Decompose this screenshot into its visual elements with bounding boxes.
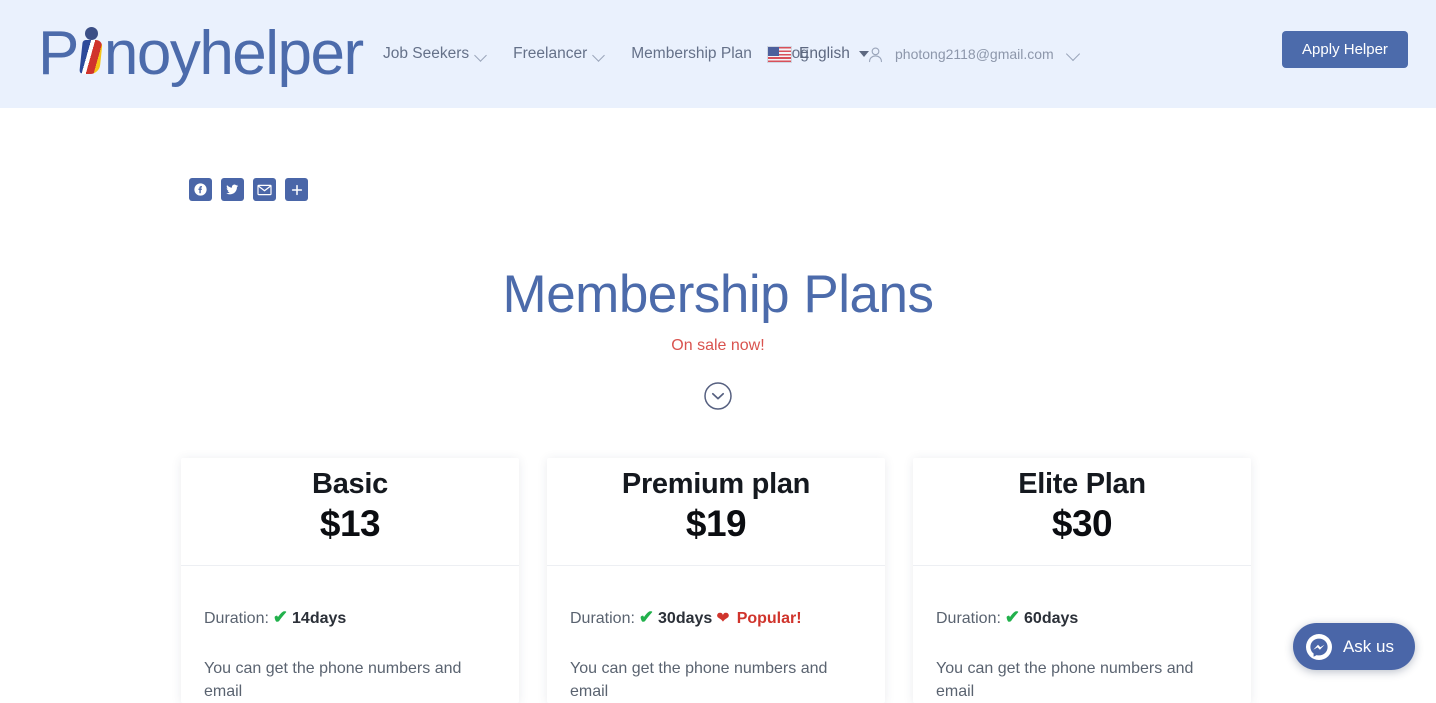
plan-duration: Duration: ✔ 60days xyxy=(936,607,1228,628)
site-header: P noyhelper Job Seekers Freelancer Membe… xyxy=(0,0,1436,108)
plan-description: You can get the phone numbers and email xyxy=(936,657,1228,703)
language-selector[interactable]: English xyxy=(767,0,869,108)
duration-label: Duration: xyxy=(570,610,635,628)
check-icon: ✔ xyxy=(1005,607,1020,628)
duration-value: 30days xyxy=(658,610,712,628)
plan-header: Basic $13 xyxy=(181,458,519,566)
heart-icon: ❤ xyxy=(716,608,729,628)
chat-widget-button[interactable]: Ask us xyxy=(1293,623,1415,670)
language-label: English xyxy=(799,45,850,63)
logo-wordmark: P noyhelper xyxy=(38,23,363,85)
plan-price: $13 xyxy=(320,502,380,546)
user-icon xyxy=(866,45,885,64)
plan-price: $19 xyxy=(686,502,746,546)
us-flag-icon xyxy=(767,46,792,63)
chevron-down-icon xyxy=(1067,50,1081,58)
plan-body: Duration: ✔ 60days You can get the phone… xyxy=(913,566,1251,703)
account-email: photong2118@gmail.com xyxy=(895,46,1054,62)
plan-description: You can get the phone numbers and email xyxy=(204,657,496,703)
nav-item-freelancer[interactable]: Freelancer xyxy=(513,45,605,63)
plan-card-elite[interactable]: Elite Plan $30 Duration: ✔ 60days You ca… xyxy=(913,458,1251,703)
share-twitter-button[interactable] xyxy=(221,178,244,201)
apply-helper-button[interactable]: Apply Helper xyxy=(1282,31,1408,68)
duration-value: 14days xyxy=(292,610,346,628)
messenger-icon xyxy=(1306,634,1332,660)
account-menu[interactable]: photong2118@gmail.com xyxy=(866,0,1081,108)
check-icon: ✔ xyxy=(639,607,654,628)
share-more-button[interactable] xyxy=(285,178,308,201)
chevron-down-circle-icon xyxy=(700,378,736,414)
plan-description: You can get the phone numbers and email xyxy=(570,657,862,703)
chat-widget-label: Ask us xyxy=(1343,637,1394,657)
plan-card-premium[interactable]: Premium plan $19 Duration: ✔ 30days ❤ Po… xyxy=(547,458,885,703)
logo-prefix: P xyxy=(38,19,78,88)
membership-plan-cards: Basic $13 Duration: ✔ 14days You can get… xyxy=(181,458,1251,703)
popular-badge: Popular! xyxy=(737,610,802,628)
main-nav: Job Seekers Freelancer Membership Plan B… xyxy=(383,0,809,108)
plan-duration: Duration: ✔ 30days ❤ Popular! xyxy=(570,607,862,628)
plan-header: Premium plan $19 xyxy=(547,458,885,566)
plan-name: Elite Plan xyxy=(1018,466,1146,502)
plan-name: Basic xyxy=(312,466,388,502)
nav-item-job-seekers[interactable]: Job Seekers xyxy=(383,45,487,63)
sale-subtitle: On sale now! xyxy=(0,337,1436,355)
plan-price: $30 xyxy=(1052,502,1112,546)
site-logo[interactable]: P noyhelper xyxy=(38,16,363,92)
logo-suffix: noyhelper xyxy=(104,19,363,88)
nav-label: Freelancer xyxy=(513,45,587,63)
scroll-down-cue[interactable] xyxy=(0,378,1436,414)
plan-duration: Duration: ✔ 14days xyxy=(204,607,496,628)
nav-item-membership-plan[interactable]: Membership Plan xyxy=(631,45,752,63)
social-share-bar xyxy=(189,178,308,201)
page-title: Membership Plans xyxy=(0,264,1436,325)
plan-body: Duration: ✔ 14days You can get the phone… xyxy=(181,566,519,703)
chevron-down-icon xyxy=(594,51,605,57)
plan-header: Elite Plan $30 xyxy=(913,458,1251,566)
nav-label: Membership Plan xyxy=(631,45,752,63)
nav-label: Job Seekers xyxy=(383,45,469,63)
share-email-button[interactable] xyxy=(253,178,276,201)
duration-label: Duration: xyxy=(936,610,1001,628)
duration-value: 60days xyxy=(1024,610,1078,628)
duration-label: Duration: xyxy=(204,610,269,628)
plan-card-basic[interactable]: Basic $13 Duration: ✔ 14days You can get… xyxy=(181,458,519,703)
plan-body: Duration: ✔ 30days ❤ Popular! You can ge… xyxy=(547,566,885,703)
plan-name: Premium plan xyxy=(622,466,810,502)
share-facebook-button[interactable] xyxy=(189,178,212,201)
chevron-down-icon xyxy=(476,51,487,57)
check-icon: ✔ xyxy=(273,607,288,628)
